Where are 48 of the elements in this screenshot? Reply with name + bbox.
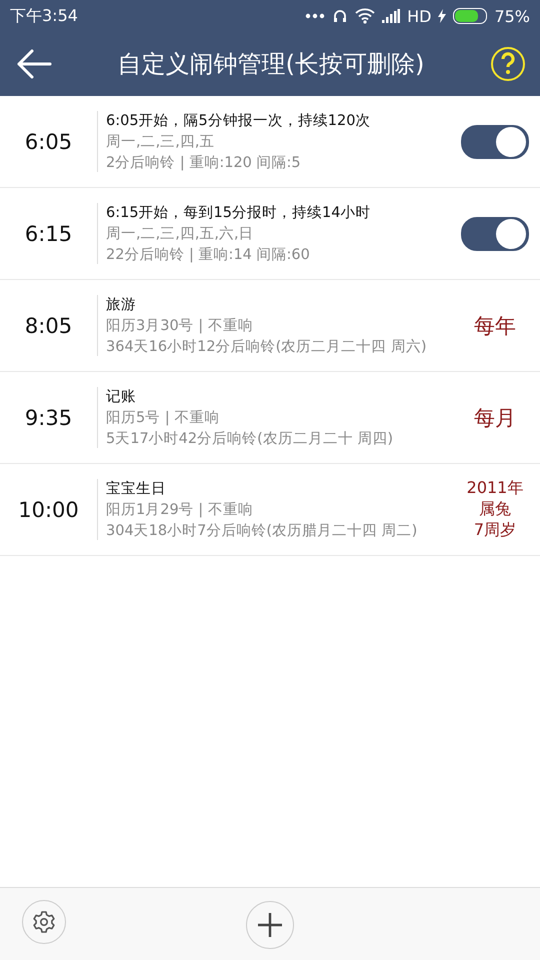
- alarm-time: 6:05: [24, 130, 74, 154]
- alarm-time: 8:05: [24, 314, 74, 338]
- repeat-label: 2011年: [466, 478, 524, 500]
- alarm-row[interactable]: 8:05 旅游 阳历3月30号 | 不重响 364天16小时12分后响铃(农历二月二十四 周六) 每年: [0, 280, 540, 372]
- alarm-title: 记账: [106, 388, 137, 406]
- alarm-detail: 周一,二,三,四,五,六,日: [106, 224, 255, 243]
- alarm-detail: 5天17小时42分后响铃(农历二月二十 周四): [106, 430, 394, 448]
- plus-icon: [257, 912, 283, 938]
- signal-icon: [382, 9, 400, 23]
- alarm-detail: 阳历1月29号 | 不重响: [106, 501, 254, 519]
- more-icon: [305, 13, 326, 19]
- alarm-detail: 周一,二,三,四,五: [106, 133, 216, 151]
- alarm-detail: 阳历3月30号 | 不重响: [106, 317, 254, 335]
- network-text: HD: [407, 6, 432, 26]
- settings-button[interactable]: [22, 900, 66, 944]
- back-icon[interactable]: [16, 49, 52, 79]
- page-title: 自定义闹钟管理(长按可删除): [116, 49, 426, 80]
- alarm-row[interactable]: 9:35 记账 阳历5号 | 不重响 5天17小时42分后响铃(农历二月二十 周四) 每月: [0, 372, 540, 464]
- help-icon[interactable]: [490, 46, 526, 82]
- repeat-label: 每月: [474, 404, 516, 432]
- battery-icon: [453, 8, 488, 24]
- alarm-detail: 2分后响铃 | 重响:120 间隔:5: [106, 154, 302, 172]
- alarm-detail: 阳历5号 | 不重响: [106, 409, 220, 427]
- alarm-row[interactable]: 6:05 6:05开始，隔5分钟报一次，持续120次 周一,二,三,四,五 2分后响铃 | 重响:120 间隔:5: [0, 96, 540, 188]
- charging-icon: [438, 9, 446, 23]
- toggle-switch[interactable]: [461, 124, 529, 158]
- repeat-label: 每年: [474, 312, 516, 340]
- clock-text: 下午3:54: [10, 6, 78, 26]
- repeat-label: 属兔: [479, 499, 511, 520]
- add-button[interactable]: [246, 901, 294, 949]
- alarm-row[interactable]: 6:15 6:15开始，每到15分报时，持续14小时 周一,二,三,四,五,六,日 22分后响铃 | 重响:14 间隔:60: [0, 188, 540, 280]
- alarm-time: 6:15: [24, 222, 74, 246]
- settings-icon: [32, 910, 56, 934]
- alarm-title: 宝宝生日: [106, 480, 167, 498]
- wifi-icon: [355, 8, 376, 24]
- alarm-title: 旅游: [106, 296, 137, 314]
- alarm-title: 6:05开始，隔5分钟报一次，持续120次: [106, 112, 372, 130]
- repeat-label: 7周岁: [474, 520, 516, 541]
- battery-text: 75%: [494, 6, 530, 26]
- alarm-time: 10:00: [17, 498, 80, 522]
- alarm-detail: 364天16小时12分后响铃(农历二月二十四 周六): [106, 338, 428, 356]
- alarm-title: 6:15开始，每到15分报时，持续14小时: [106, 204, 372, 222]
- alarm-detail: 22分后响铃 | 重响:14 间隔:60: [106, 246, 311, 264]
- headphones-icon: [332, 8, 348, 24]
- toggle-switch[interactable]: [461, 216, 529, 250]
- alarm-time: 9:35: [24, 406, 74, 430]
- alarm-detail: 304天18小时7分后响铃(农历腊月二十四 周二): [106, 522, 418, 540]
- alarm-row[interactable]: 10:00 宝宝生日 阳历1月29号 | 不重响 304天18小时7分后响铃(农历腊月二十四 周二) 2011年 属兔 7周岁: [0, 464, 540, 556]
